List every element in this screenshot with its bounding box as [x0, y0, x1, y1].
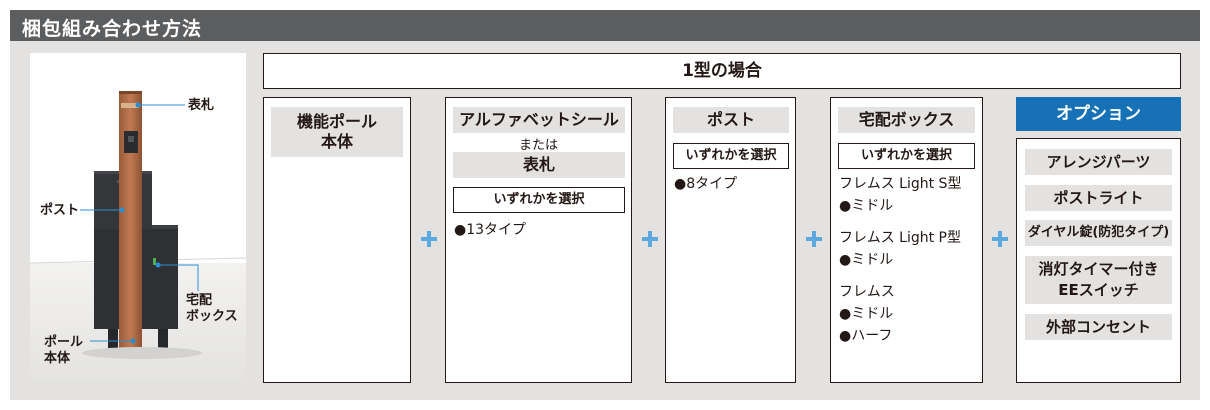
callout-pole: ポール 本体: [44, 335, 84, 366]
plus-icon: [421, 231, 437, 247]
takuhai-group-item: ●ハーフ: [839, 328, 893, 344]
column-alphabet: アルファベットシール または 表札 いずれかを選択 ●13タイプ: [445, 97, 632, 383]
takuhai-group-name: フレムス: [839, 284, 895, 300]
option-arrange-parts: アレンジパーツ: [1025, 149, 1172, 175]
takuhai-group-item: ●ミドル: [839, 306, 894, 322]
option-post-light: ポストライト: [1025, 185, 1172, 211]
options-header: オプション: [1016, 97, 1181, 131]
takuhai-group-name: フレムス Light S型: [839, 176, 962, 192]
takuhai-group-item: ●ミドル: [839, 252, 894, 268]
column-takuhai: 宅配ボックス いずれかを選択 フレムス Light S型 ●ミドル フレムス L…: [830, 97, 983, 383]
pole-label: 機能ポール 本体: [271, 107, 403, 157]
post-select-note: いずれかを選択: [673, 143, 789, 169]
post-label: ポスト: [673, 107, 789, 133]
alphabet-select-note: いずれかを選択: [453, 187, 625, 213]
post-item: ●8タイプ: [674, 176, 738, 192]
alphabet-item: ●13タイプ: [454, 222, 527, 238]
or-text: または: [518, 138, 558, 153]
takuhai-group-item: ●ミドル: [839, 198, 894, 214]
column-pole: 機能ポール 本体: [263, 97, 411, 383]
callout-takuhai: 宅配 ボックス: [186, 293, 238, 324]
option-outlet: 外部コンセント: [1025, 314, 1172, 340]
plus-icon: [992, 231, 1008, 247]
takuhai-group-name: フレムス Light P型: [839, 230, 962, 246]
takuhai-label: 宅配ボックス: [838, 107, 975, 133]
plus-icon: [642, 231, 658, 247]
option-ee-switch: 消灯タイマー付き EEスイッチ: [1025, 256, 1172, 304]
alphabet-label: アルファベットシール: [453, 107, 625, 133]
type-header: 1型の場合: [263, 53, 1181, 89]
option-dial-lock: ダイヤル錠(防犯タイプ): [1025, 220, 1172, 246]
hyosatsu-label: 表札: [453, 152, 625, 178]
callout-post: ポスト: [40, 203, 80, 218]
callout-hyosatsu: 表札: [188, 98, 215, 113]
column-post: ポスト いずれかを選択 ●8タイプ: [665, 97, 796, 383]
title-bar: 梱包組み合わせ方法: [10, 10, 1200, 41]
page-title: 梱包組み合わせ方法: [22, 18, 203, 40]
diagram-frame: 梱包組み合わせ方法 表札 ポスト 宅配 ボックス ポール 本体 1型の場合 機能…: [10, 10, 1200, 400]
product-photo: 表札 ポスト 宅配 ボックス ポール 本体: [30, 53, 246, 382]
plus-icon: [806, 231, 822, 247]
takuhai-select-note: いずれかを選択: [838, 143, 975, 169]
